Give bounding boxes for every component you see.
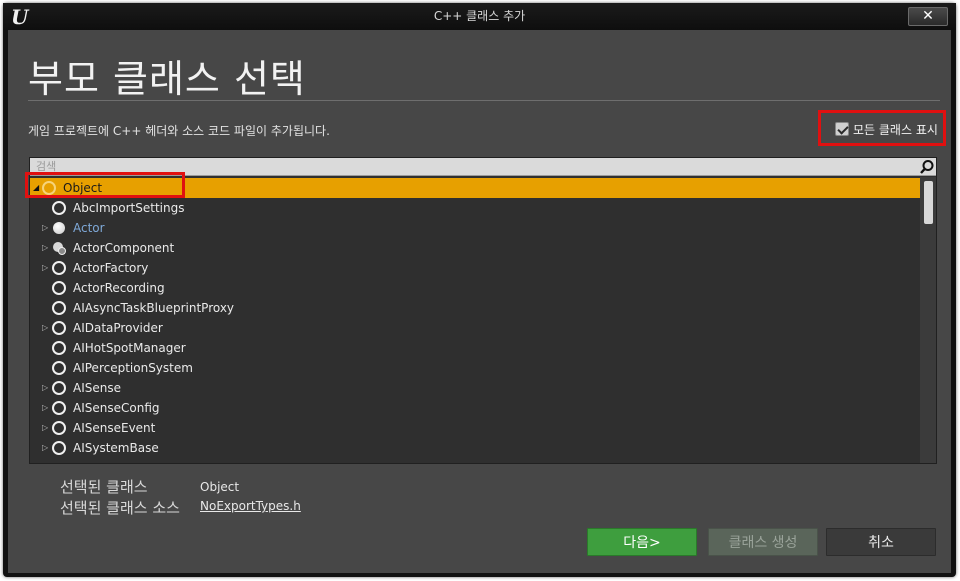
ring-icon (52, 441, 66, 455)
ring-icon (52, 321, 66, 335)
tree-row-label: Actor (73, 221, 105, 235)
page-title: 부모 클래스 선택 (28, 57, 306, 101)
ring-icon (52, 341, 66, 355)
tree-row-label: AISystemBase (73, 441, 159, 455)
tree-row[interactable]: ▷ AISystemBase (30, 438, 920, 458)
tree-row[interactable]: ▷ ActorComponent (30, 238, 920, 258)
expand-arrow-icon[interactable]: ▷ (42, 403, 50, 413)
highlight-box-object (25, 172, 185, 198)
divider (28, 100, 940, 101)
create-class-button[interactable]: 클래스 생성 (708, 528, 818, 556)
tree-row-label: ActorFactory (73, 261, 149, 275)
next-button[interactable]: 다음> (587, 528, 697, 556)
expand-arrow-icon[interactable]: ▷ (42, 243, 50, 253)
expand-arrow-icon[interactable]: ▷ (42, 223, 50, 233)
window-title: C++ 클래스 추가 (433, 9, 526, 23)
tree-row-label: ActorComponent (73, 241, 175, 255)
tree-row-label: AIDataProvider (73, 321, 163, 335)
expand-arrow-icon[interactable]: ▷ (42, 443, 50, 453)
tree-row-label: AISenseEvent (73, 421, 156, 435)
title-bar[interactable]: U C++ 클래스 추가 ✕ (3, 3, 956, 30)
tree-row[interactable]: ▷ AISenseConfig (30, 398, 920, 418)
tree-row[interactable]: ▷ AISenseEvent (30, 418, 920, 438)
tree-row-label: AIAsyncTaskBlueprintProxy (73, 301, 235, 315)
tree-row-label: AISenseConfig (73, 401, 160, 415)
tree-row[interactable]: ActorRecording (30, 278, 920, 298)
class-tree-list: ◢ Object AbcImportSettings ▷ Actor ▷ ActorComp… (30, 178, 920, 458)
selected-class-label: 선택된 클래스 (60, 478, 148, 496)
tree-row-label: AISense (73, 381, 121, 395)
ring-icon (52, 361, 66, 375)
expand-arrow-icon[interactable]: ▷ (42, 383, 50, 393)
component-icon (53, 242, 66, 255)
tree-row-label: AIPerceptionSystem (73, 361, 193, 375)
tree-row[interactable]: ▷ AISense (30, 378, 920, 398)
tree-row[interactable]: ▷ ActorFactory (30, 258, 920, 278)
ring-icon (52, 401, 66, 415)
expand-arrow-icon[interactable]: ▷ (42, 423, 50, 433)
highlight-box-show-all (818, 110, 946, 146)
ring-icon (52, 381, 66, 395)
tree-row-label: AIHotSpotManager (73, 341, 186, 355)
add-cpp-class-window: U C++ 클래스 추가 ✕ 부모 클래스 선택 게임 프로젝트에 C++ 헤더… (3, 3, 956, 577)
tree-row[interactable]: AbcImportSettings (30, 198, 920, 218)
search-icon[interactable] (919, 159, 935, 175)
tree-row[interactable]: ▷ AIDataProvider (30, 318, 920, 338)
expand-arrow-icon[interactable]: ▷ (42, 263, 50, 273)
selected-class-value: Object (200, 480, 240, 494)
tree-row[interactable]: AIAsyncTaskBlueprintProxy (30, 298, 920, 318)
ring-icon (52, 301, 66, 315)
tree-row-label: ActorRecording (73, 281, 165, 295)
tree-row-label: AbcImportSettings (73, 201, 185, 215)
sphere-icon (53, 222, 65, 234)
expand-arrow-icon[interactable]: ▷ (42, 323, 50, 333)
description-text: 게임 프로젝트에 C++ 헤더와 소스 코드 파일이 추가됩니다. (28, 124, 330, 138)
class-tree-panel: ◢ObjectAbcImportSettings▷Actor▷ActorComp… (29, 157, 937, 464)
cancel-button[interactable]: 취소 (826, 528, 936, 556)
tree-row[interactable]: AIPerceptionSystem (30, 358, 920, 378)
tree-row[interactable]: ▷ Actor (30, 218, 920, 238)
dialog-content: 부모 클래스 선택 게임 프로젝트에 C++ 헤더와 소스 코드 파일이 추가됩… (8, 30, 951, 573)
ring-icon (52, 421, 66, 435)
selected-class-source-label: 선택된 클래스 소스 (60, 499, 180, 517)
ring-icon (52, 201, 66, 215)
selected-class-source-link[interactable]: NoExportTypes.h (200, 499, 301, 513)
ring-icon (52, 281, 66, 295)
scrollbar-thumb[interactable] (924, 181, 933, 224)
tree-row[interactable]: AIHotSpotManager (30, 338, 920, 358)
ring-icon (52, 261, 66, 275)
close-button[interactable]: ✕ (908, 7, 948, 26)
